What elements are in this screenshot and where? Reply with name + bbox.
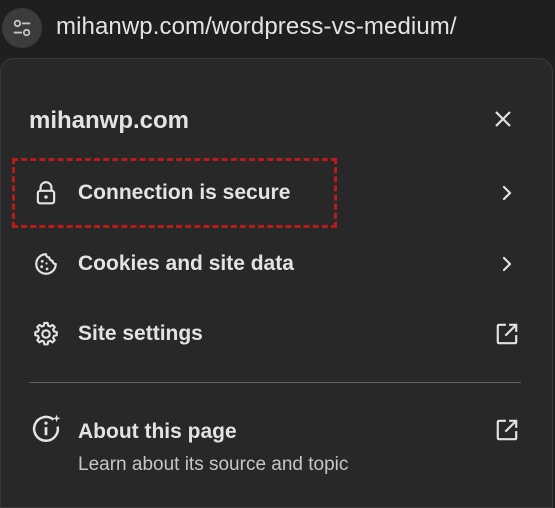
popup-title: mihanwp.com [29,107,190,134]
chevron-right-icon [493,250,521,278]
about-this-page-item[interactable]: About this page Learn about its source a… [15,408,535,488]
cookies-label: Cookies and site data [78,252,294,275]
site-settings-label: Site settings [78,322,203,345]
gear-icon [31,319,61,349]
site-info-button[interactable] [2,8,42,48]
site-info-popup: mihanwp.com Connection is secure Cookies… [0,58,553,508]
lock-icon [31,178,61,208]
close-icon [495,111,511,127]
divider [29,382,521,383]
open-in-new-icon [493,416,521,444]
connection-security-label: Connection is secure [78,181,291,204]
cookie-icon [31,249,61,279]
tune-icon [13,19,31,37]
info-sparkle-icon [31,414,61,444]
address-bar: mihanwp.com/wordpress-vs-medium/ [0,0,555,58]
about-this-page-subtitle: Learn about its source and topic [78,454,349,475]
cookies-item[interactable]: Cookies and site data [15,236,535,292]
url-text[interactable]: mihanwp.com/wordpress-vs-medium/ [56,13,457,41]
about-this-page-label: About this page [78,420,237,443]
chevron-right-icon [493,179,521,207]
close-button[interactable] [487,103,519,135]
open-in-new-icon [493,320,521,348]
connection-security-item[interactable]: Connection is secure [15,165,535,221]
site-settings-item[interactable]: Site settings [15,306,535,362]
